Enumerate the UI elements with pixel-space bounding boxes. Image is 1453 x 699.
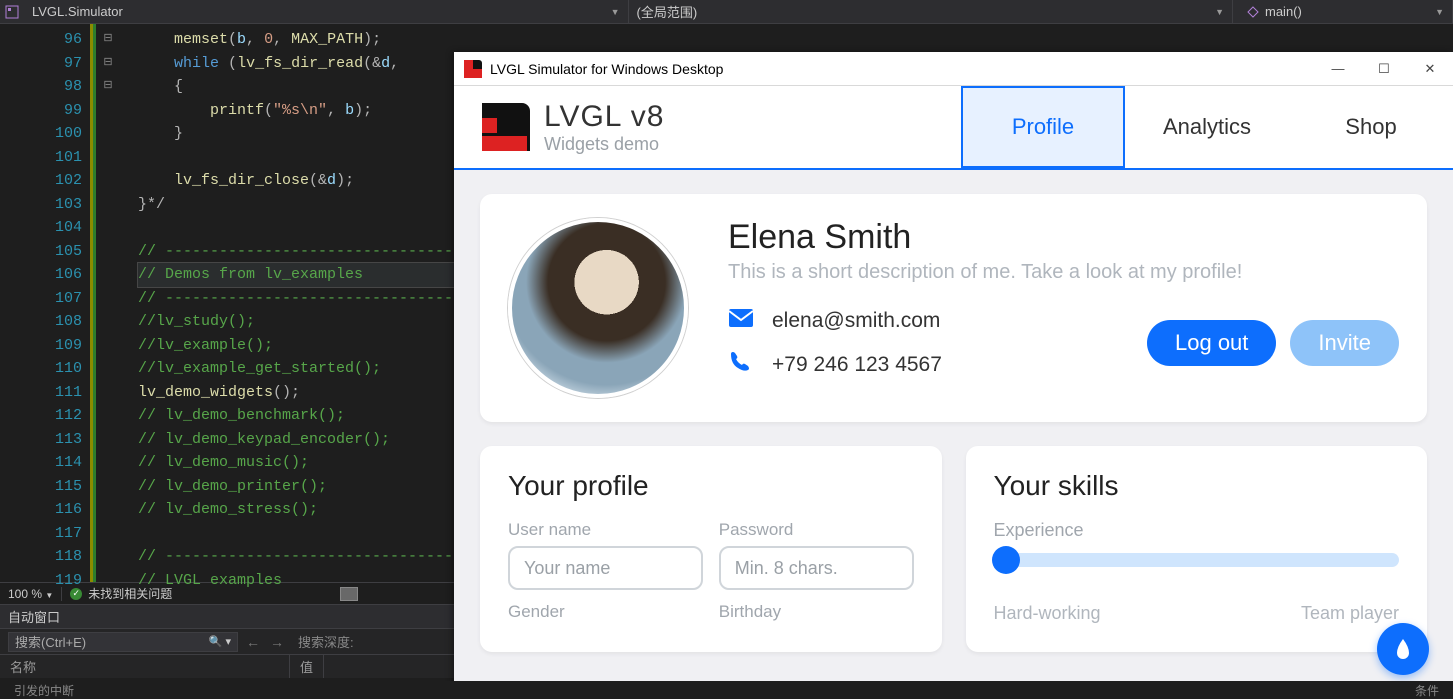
tab-shop[interactable]: Shop: [1289, 86, 1453, 168]
experience-label: Experience: [994, 520, 1400, 541]
brand-icon: [482, 103, 530, 151]
maximize-button[interactable]: ☐: [1361, 52, 1407, 86]
email-icon: [728, 308, 754, 334]
password-label: Password: [719, 520, 914, 540]
check-icon: ✓: [70, 588, 82, 600]
column-name[interactable]: 名称: [0, 655, 290, 678]
app-header: LVGL v8 Widgets demo ProfileAnalyticsSho…: [454, 86, 1453, 170]
scope-dropdown[interactable]: (全局范围) ▼: [629, 0, 1234, 23]
window-title: LVGL Simulator for Windows Desktop: [490, 61, 723, 77]
tab-profile[interactable]: Profile: [961, 86, 1125, 170]
chevron-down-icon: ▼: [1435, 7, 1444, 17]
context-label: LVGL.Simulator: [32, 4, 123, 19]
ide-bottom-status: 引发的中断 条件: [0, 681, 1453, 699]
method-icon: [1245, 4, 1261, 20]
simulator-window: LVGL Simulator for Windows Desktop — ☐ ✕…: [454, 52, 1453, 699]
zoom-level[interactable]: 100 % ▼: [0, 587, 62, 601]
search-prev-button[interactable]: ←: [244, 634, 262, 650]
username-input[interactable]: Your name: [508, 546, 703, 590]
column-value[interactable]: 值: [290, 655, 324, 678]
section-title: Your skills: [994, 470, 1400, 502]
profile-description: This is a short description of me. Take …: [728, 261, 1399, 284]
search-icon: 🔍 ▾: [209, 635, 231, 648]
search-depth-label: 搜索深度:: [298, 632, 354, 651]
context-icon: [4, 4, 20, 20]
function-label: main(): [1265, 4, 1302, 19]
change-indicator: [90, 24, 96, 582]
brand-subtitle: Widgets demo: [544, 134, 664, 155]
window-titlebar[interactable]: LVGL Simulator for Windows Desktop — ☐ ✕: [454, 52, 1453, 86]
section-title: Your profile: [508, 470, 914, 502]
context-dropdown[interactable]: LVGL.Simulator ▼: [24, 0, 629, 23]
avatar: [508, 218, 688, 398]
profile-name: Elena Smith: [728, 218, 1399, 257]
function-dropdown[interactable]: main() ▼: [1233, 0, 1453, 23]
slider-knob[interactable]: [992, 546, 1020, 574]
your-profile-card: Your profile User name Your name Passwor…: [480, 446, 942, 652]
fab-button[interactable]: [1377, 623, 1429, 675]
birthday-label: Birthday: [719, 602, 914, 622]
chevron-down-icon: ▼: [611, 7, 620, 17]
chevron-down-icon: ▼: [1215, 7, 1224, 17]
tab-analytics[interactable]: Analytics: [1125, 86, 1289, 168]
navigation-bar: LVGL.Simulator ▼ (全局范围) ▼ main() ▼: [0, 0, 1453, 24]
close-button[interactable]: ✕: [1407, 52, 1453, 86]
skill-tag: Hard-working: [994, 603, 1101, 624]
margin: [0, 24, 40, 582]
brand-title: LVGL v8: [544, 100, 664, 134]
tab-bar: ProfileAnalyticsShop: [961, 86, 1453, 168]
brand: LVGL v8 Widgets demo: [482, 100, 664, 155]
scope-label: (全局范围): [637, 2, 698, 21]
username-label: User name: [508, 520, 703, 540]
your-skills-card: Your skills Experience Hard-working Team…: [966, 446, 1428, 652]
fold-gutter[interactable]: ⊟⊟⊟: [98, 24, 118, 582]
logout-button[interactable]: Log out: [1147, 320, 1276, 366]
phone-icon: [728, 350, 754, 380]
simulator-body: LVGL v8 Widgets demo ProfileAnalyticsSho…: [454, 86, 1453, 699]
minimize-button[interactable]: —: [1315, 52, 1361, 86]
app-icon: [464, 60, 482, 78]
search-next-button[interactable]: →: [268, 634, 286, 650]
search-input[interactable]: 搜索(Ctrl+E) 🔍 ▾: [8, 632, 238, 652]
password-input[interactable]: Min. 8 chars.: [719, 546, 914, 590]
invite-button[interactable]: Invite: [1290, 320, 1399, 366]
profile-card: Elena Smith This is a short description …: [480, 194, 1427, 422]
gender-label: Gender: [508, 602, 703, 622]
experience-slider[interactable]: [994, 553, 1400, 567]
skill-tag: Team player: [1301, 603, 1399, 624]
line-number-gutter: 9697989910010110210310410510610710810911…: [40, 24, 90, 582]
